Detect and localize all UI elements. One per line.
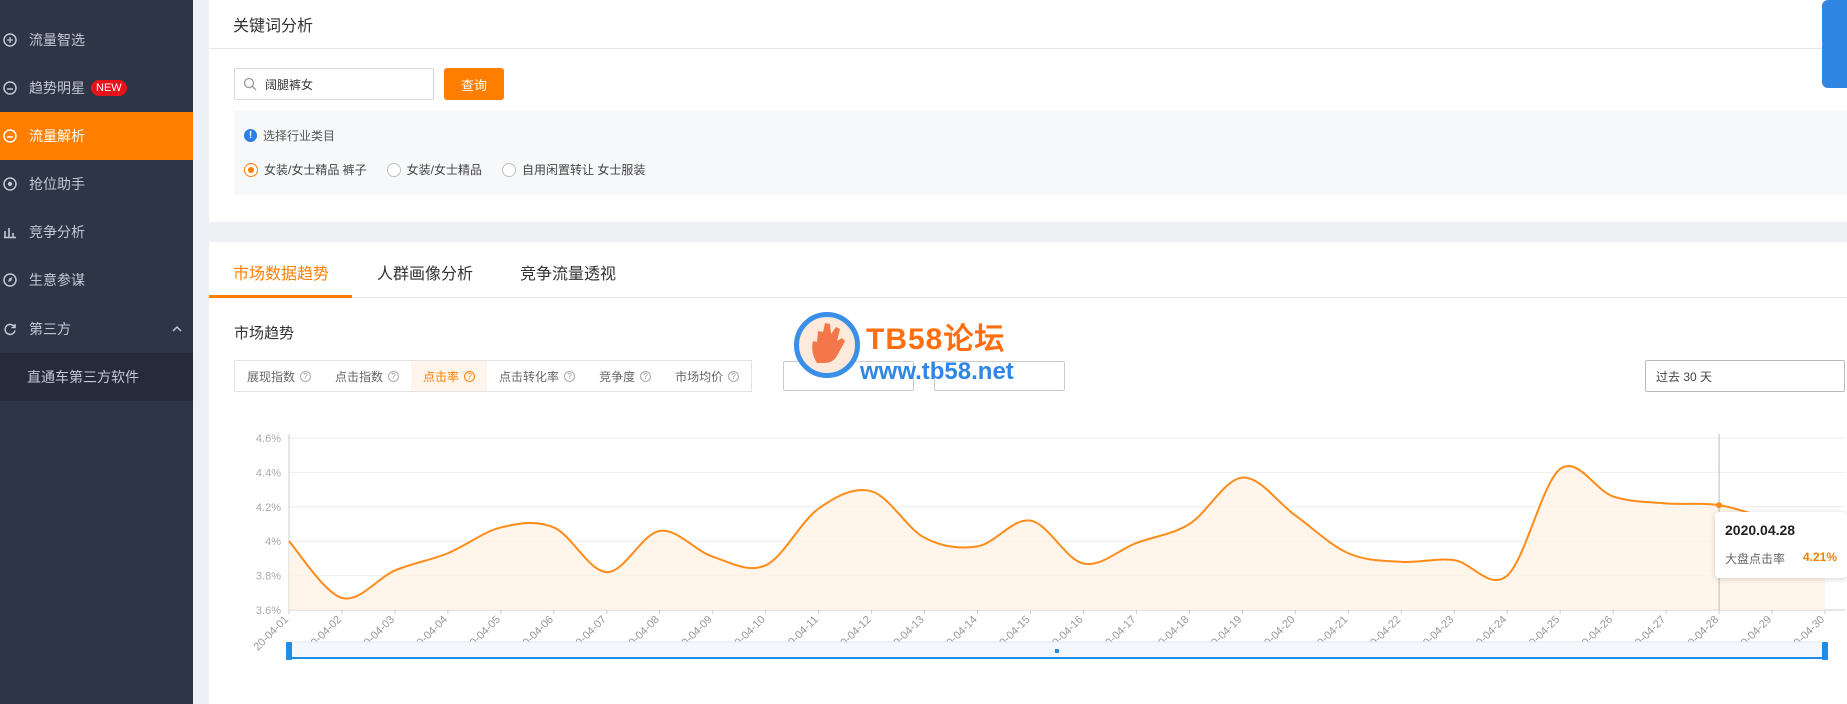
info-icon: ! [244, 129, 257, 142]
tooltip-value: 4.21% [1802, 550, 1837, 564]
metric-impressions[interactable]: 展现指数? [235, 361, 323, 391]
sidebar-item-label: 生意参谋 [29, 272, 85, 288]
tooltip-row: 大盘点击率 4.21% [1725, 550, 1837, 567]
tooltip-date: 2020.04.28 [1725, 522, 1796, 538]
y-tick-label: 4.4% [256, 467, 281, 479]
sidebar-item-third-party[interactable]: 第三方 [0, 305, 193, 353]
tooltip-label: 大盘点击率 [1725, 552, 1786, 566]
y-tick-label: 4.2% [256, 502, 281, 514]
sidebar-item-label: 流量智选 [29, 32, 85, 48]
keyword-analysis-card: 关键词分析 查询 ! 选择行业类目 女装/女士精品 裤子 女装/女士精品 自用闲… [209, 0, 1847, 222]
metric-label: 点击转化率 [499, 369, 560, 384]
sidebar-item-label: 趋势明星 [29, 80, 85, 96]
active-tab-indicator [209, 295, 352, 298]
help-icon[interactable]: ? [300, 370, 312, 382]
trend-star-icon [3, 81, 17, 95]
category-panel: ! 选择行业类目 女装/女士精品 裤子 女装/女士精品 自用闲置转让 女士服装 [234, 111, 1847, 195]
y-tick-label: 3.6% [256, 605, 281, 617]
category-label: 女装/女士精品 裤子 [264, 163, 367, 177]
metric-label: 竞争度 [599, 369, 636, 384]
metric-competition[interactable]: 竞争度? [587, 361, 663, 391]
metric-label: 点击指数 [335, 369, 384, 384]
tab-competition-traffic[interactable]: 竞争流量透视 [520, 260, 616, 284]
refresh-icon [3, 322, 17, 336]
metric-label: 点击率 [423, 369, 460, 384]
market-data-card: 市场数据趋势 人群画像分析 竞争流量透视 市场趋势 展现指数? 点击指数? 点击… [209, 242, 1847, 704]
search-icon [243, 77, 257, 94]
sidebar: 流量智选 趋势明星 NEW 流量解析 抢位助手 竞争分析 生意参谋 第三方 直通… [0, 0, 193, 704]
y-tick-label: 4% [265, 536, 281, 548]
help-icon[interactable]: ? [640, 370, 652, 382]
metric-click-index[interactable]: 点击指数? [323, 361, 411, 391]
chart-tooltip: 2020.04.28 大盘点击率 4.21% [1715, 512, 1847, 578]
category-radio-pants[interactable]: 女装/女士精品 裤子 [244, 161, 367, 178]
x-tick-label: 20-04-01 [251, 614, 291, 654]
category-prompt-label: 选择行业类目 [263, 129, 336, 143]
divider [209, 48, 1847, 49]
watermark-title: TB58论坛 [866, 323, 1006, 356]
sidebar-item-traffic-analysis[interactable]: 流量解析 [0, 112, 193, 160]
sidebar-item-business-advisor[interactable]: 生意参谋 [0, 256, 193, 304]
new-badge: NEW [91, 80, 127, 96]
radio-dot[interactable] [386, 162, 401, 177]
help-icon[interactable]: ? [564, 370, 576, 382]
tab-market-trend[interactable]: 市场数据趋势 [233, 260, 329, 284]
compass-needle-icon [3, 273, 17, 287]
tab-audience-profile[interactable]: 人群画像分析 [377, 260, 473, 284]
watermark-logo [794, 312, 860, 378]
floating-chat-button[interactable] [1822, 40, 1847, 88]
y-tick-label: 3.8% [256, 571, 281, 583]
date-range-select[interactable]: 过去 30 天 [1645, 360, 1845, 392]
help-icon[interactable]: ? [464, 370, 476, 382]
metric-avg-price[interactable]: 市场均价? [663, 361, 751, 391]
sidebar-item-label: 抢位助手 [29, 176, 85, 192]
sidebar-item-trend-star[interactable]: 趋势明星 NEW [0, 64, 193, 112]
category-radio-group: 女装/女士精品 裤子 女装/女士精品 自用闲置转让 女士服装 [244, 161, 665, 178]
radio-dot[interactable] [244, 162, 258, 177]
compass-icon [3, 33, 17, 47]
sidebar-item-position-helper[interactable]: 抢位助手 [0, 160, 193, 208]
metric-conversion[interactable]: 点击转化率? [487, 361, 587, 391]
sidebar-item-label: 第三方 [29, 321, 71, 337]
tab-bar: 市场数据趋势 人群画像分析 竞争流量透视 [209, 242, 1847, 298]
sidebar-item-label: 流量解析 [29, 128, 85, 144]
target-icon [3, 177, 17, 191]
watermark-url: www.tb58.net [860, 358, 1014, 385]
category-label: 女装/女士精品 [406, 163, 483, 177]
traffic-analysis-icon [3, 129, 17, 143]
help-icon[interactable]: ? [388, 370, 400, 382]
radio-dot[interactable] [502, 162, 517, 177]
zoom-slider-handle-right [1822, 642, 1828, 660]
category-radio-womens[interactable]: 女装/女士精品 [386, 161, 483, 178]
watermark: TB58论坛 www.tb58.net [794, 312, 1054, 392]
zoom-slider-handle-left [286, 642, 292, 660]
ctr-trend-chart: 3.6%3.8%4%4.2%4.4%4.6%20-04-01 20-04-02 20… [251, 433, 1845, 660]
category-prompt: ! 选择行业类目 [244, 127, 335, 144]
data-point [1716, 502, 1723, 509]
bar-chart-icon [3, 225, 17, 239]
category-radio-secondhand[interactable]: 自用闲置转让 女士服装 [502, 161, 645, 178]
zoom-slider-center [1055, 649, 1059, 653]
metric-label: 展现指数 [247, 369, 296, 384]
sidebar-item-label: 竞争分析 [29, 224, 85, 240]
metric-label: 市场均价 [675, 369, 724, 384]
y-tick-label: 4.6% [256, 433, 281, 445]
category-label: 自用闲置转让 女士服装 [522, 163, 646, 177]
chevron-up-icon[interactable] [171, 322, 183, 338]
sidebar-item-competition[interactable]: 竞争分析 [0, 208, 193, 256]
keyword-input[interactable] [265, 74, 425, 94]
metric-tabs: 展现指数? 点击指数? 点击率? 点击转化率? 竞争度? 市场均价? [234, 360, 753, 392]
area-fill [289, 466, 1825, 610]
metric-ctr[interactable]: 点击率? [411, 361, 488, 391]
keyword-search-box[interactable] [234, 68, 434, 100]
page-title: 关键词分析 [233, 18, 314, 35]
query-button[interactable]: 查询 [444, 68, 504, 100]
help-icon[interactable]: ? [728, 370, 740, 382]
sidebar-subitem-through-train[interactable]: 直通车第三方软件 [0, 353, 193, 401]
section-title: 市场趋势 [234, 325, 295, 342]
sidebar-item-traffic-select[interactable]: 流量智选 [0, 16, 193, 64]
